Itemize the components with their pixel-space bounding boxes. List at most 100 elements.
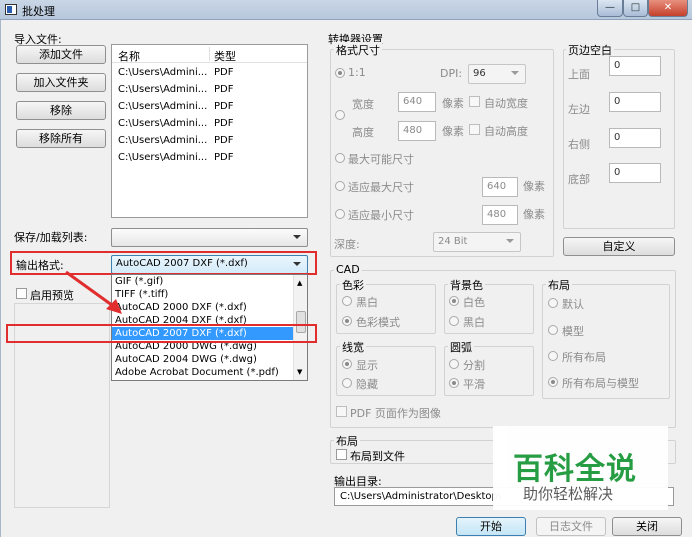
- cad-title: CAD: [334, 263, 362, 276]
- width-input[interactable]: 640: [398, 92, 436, 112]
- height-unit: 像素: [442, 125, 464, 138]
- fit-min-input[interactable]: 480: [482, 205, 518, 225]
- scroll-up-icon[interactable]: ▲: [297, 279, 302, 287]
- watermark-subtitle: 助你轻松解决: [523, 485, 614, 503]
- format-option[interactable]: GIF (*.gif): [112, 275, 307, 288]
- auto-width-checkbox[interactable]: [469, 96, 480, 107]
- margin-bottom-label: 底部: [568, 173, 590, 186]
- maximize-button[interactable]: □: [623, 0, 648, 17]
- fit-min-radio[interactable]: [335, 209, 345, 219]
- fit-max-unit: 像素: [523, 180, 545, 193]
- bw-radio[interactable]: [342, 296, 352, 306]
- all-layouts-label: 所有布局: [562, 351, 606, 364]
- file-name-cell: C:\Users\Admini...: [118, 135, 208, 146]
- close-button[interactable]: 关闭: [612, 517, 682, 536]
- selected-option-highlight: [6, 324, 317, 343]
- fit-max-radio[interactable]: [335, 181, 345, 191]
- lineweight-show-radio[interactable]: [342, 359, 352, 369]
- cad-layout-title: 布局: [546, 277, 572, 293]
- file-list[interactable]: 名称 类型 C:\Users\Admini... PDF C:\Users\Adm…: [111, 44, 308, 218]
- layout-model-radio[interactable]: [548, 325, 558, 335]
- margin-right-input[interactable]: 0: [609, 128, 661, 148]
- bg-black-label: 黑白: [463, 316, 485, 329]
- ratio-radio[interactable]: [335, 68, 345, 78]
- all-layouts-model-radio[interactable]: [548, 377, 558, 387]
- column-header-name[interactable]: 名称: [118, 48, 140, 64]
- chevron-down-icon: [293, 235, 301, 239]
- fit-min-unit: 像素: [523, 208, 545, 221]
- margin-left-input[interactable]: 0: [609, 92, 661, 112]
- custom-size-radio[interactable]: [335, 110, 345, 120]
- bg-black-radio[interactable]: [449, 316, 459, 326]
- save-load-list-dropdown[interactable]: [111, 228, 308, 247]
- color-mode-radio[interactable]: [342, 316, 352, 326]
- start-button[interactable]: 开始: [456, 517, 526, 536]
- depth-value: 24 Bit: [438, 236, 468, 247]
- ratio-label: 1:1: [348, 66, 366, 79]
- dpi-dropdown[interactable]: 96: [468, 64, 526, 84]
- title-bar: 批处理 — □ ✕: [0, 0, 692, 20]
- margin-bottom-input[interactable]: 0: [609, 163, 661, 183]
- log-file-button[interactable]: 日志文件: [536, 517, 606, 536]
- file-type-cell: PDF: [214, 84, 234, 95]
- minimize-button[interactable]: —: [597, 0, 623, 17]
- file-name-cell: C:\Users\Admini...: [118, 67, 208, 78]
- file-list-header: 名称 类型: [112, 45, 307, 63]
- annotation-arrow-icon: [65, 270, 122, 314]
- lineweight-hide-radio[interactable]: [342, 378, 352, 388]
- lineweight-hide-label: 隐藏: [356, 378, 378, 391]
- layout-to-file-checkbox[interactable]: [336, 449, 347, 460]
- remove-all-button[interactable]: 移除所有: [16, 129, 106, 148]
- add-folder-button[interactable]: 加入文件夹: [16, 73, 106, 92]
- margin-right-label: 右侧: [568, 138, 590, 151]
- layout-section-title: 布局: [334, 433, 360, 449]
- margin-left-label: 左边: [568, 103, 590, 116]
- add-file-button[interactable]: 添加文件: [16, 45, 106, 64]
- pdf-as-image-checkbox[interactable]: [336, 406, 347, 417]
- auto-height-checkbox[interactable]: [469, 124, 480, 135]
- margin-top-input[interactable]: 0: [609, 56, 661, 76]
- depth-dropdown[interactable]: 24 Bit: [433, 232, 521, 252]
- fit-max-input[interactable]: 640: [482, 177, 518, 197]
- output-format-highlight: [10, 251, 317, 275]
- scroll-down-icon[interactable]: ▼: [297, 368, 302, 376]
- enable-preview-checkbox[interactable]: [16, 288, 27, 299]
- layout-default-radio[interactable]: [548, 298, 558, 308]
- bg-white-radio[interactable]: [449, 296, 459, 306]
- custom-margins-button[interactable]: 自定义: [563, 237, 675, 256]
- all-layouts-radio[interactable]: [548, 351, 558, 361]
- lineweight-show-label: 显示: [356, 359, 378, 372]
- format-option[interactable]: AutoCAD 2000 DXF (*.dxf): [112, 301, 307, 314]
- layout-to-file-label: 布局到文件: [350, 450, 405, 463]
- format-option[interactable]: Adobe Acrobat Document (*.pdf): [112, 366, 307, 379]
- format-option[interactable]: TIFF (*.tiff): [112, 288, 307, 301]
- watermark-badge: 百科全说 助你轻松解决: [493, 426, 668, 510]
- arc-split-radio[interactable]: [449, 359, 459, 369]
- height-label: 高度: [352, 126, 374, 139]
- layout-model-label: 模型: [562, 325, 584, 338]
- format-option[interactable]: AutoCAD 2004 DWG (*.dwg): [112, 353, 307, 366]
- layout-default-label: 默认: [562, 298, 584, 311]
- file-type-cell: PDF: [214, 101, 234, 112]
- height-input[interactable]: 480: [398, 121, 436, 141]
- file-type-cell: PDF: [214, 118, 234, 129]
- width-label: 宽度: [352, 98, 374, 111]
- watermark-title: 百科全说: [513, 452, 637, 487]
- margins-title: 页边空白: [566, 42, 614, 58]
- remove-button[interactable]: 移除: [16, 101, 106, 120]
- format-size-title: 格式尺寸: [334, 42, 382, 58]
- column-header-type[interactable]: 类型: [214, 48, 236, 64]
- max-possible-radio[interactable]: [335, 153, 345, 163]
- dpi-value: 96: [473, 68, 486, 79]
- all-layouts-model-label: 所有布局与模型: [562, 377, 639, 390]
- arc-smooth-radio[interactable]: [449, 378, 459, 388]
- bg-white-label: 白色: [463, 296, 485, 309]
- fit-max-label: 适应最大尺寸: [348, 181, 414, 194]
- auto-height-label: 自动高度: [484, 125, 528, 138]
- file-type-cell: PDF: [214, 135, 234, 146]
- close-window-button[interactable]: ✕: [648, 0, 688, 17]
- width-unit: 像素: [442, 97, 464, 110]
- file-name-cell: C:\Users\Admini...: [118, 101, 208, 112]
- arc-smooth-label: 平滑: [463, 378, 485, 391]
- window-title: 批处理: [22, 5, 55, 18]
